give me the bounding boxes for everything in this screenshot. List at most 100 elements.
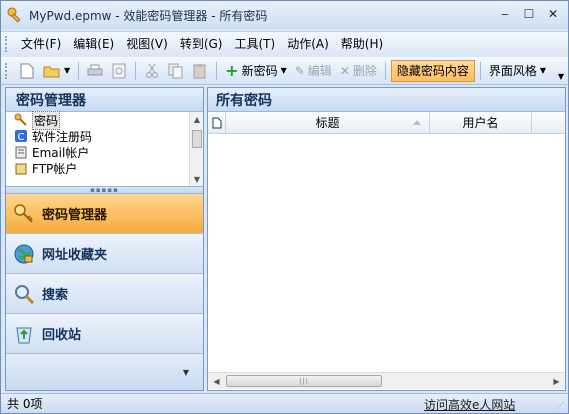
nav-label: 搜索	[42, 288, 69, 303]
menu-tools[interactable]: 工具(T)	[228, 35, 281, 52]
nav-footer: ▼	[6, 354, 203, 390]
document-icon	[212, 117, 221, 128]
scroll-up-icon[interactable]: ▲	[190, 112, 204, 126]
toolbar: ▼ + 新密码 ▼ ✎ 编辑 ✕ 删除 隐藏密码内容 界面风格 ▼ ▼	[1, 57, 568, 85]
toolbar-divider	[216, 61, 218, 80]
scroll-thumb[interactable]	[192, 130, 202, 148]
menu-edit[interactable]: 编辑(E)	[67, 35, 120, 52]
scroll-right-icon[interactable]: ▶	[548, 373, 565, 390]
grid-horizontal-scrollbar[interactable]: ◀ ||| ▶	[208, 372, 565, 389]
menu-help[interactable]: 帮助(H)	[335, 35, 389, 52]
window-controls: ‒ ☐ ✕	[494, 5, 564, 23]
nav-label: 密码管理器	[42, 208, 108, 223]
menu-file[interactable]: 文件(F)	[15, 35, 67, 52]
delete-x-icon: ✕	[339, 63, 350, 78]
ftp-icon	[14, 161, 28, 175]
key-app-icon	[7, 7, 23, 23]
email-icon	[14, 145, 28, 159]
toolbar-divider	[384, 61, 386, 80]
nav-bookmarks[interactable]: 网址收藏夹	[6, 234, 203, 274]
password-grid-header: 标题 用户名	[208, 111, 565, 134]
scroll-thumb[interactable]: |||	[226, 375, 382, 387]
tree-item-email[interactable]: Email帐户	[6, 144, 203, 160]
print-button[interactable]	[84, 60, 106, 82]
sort-ascending-icon	[413, 119, 421, 125]
key-icon	[12, 202, 36, 226]
tree-item-label: 软件注册码	[32, 129, 93, 144]
delete-label: 删除	[352, 64, 377, 78]
skin-style-label: 界面风格	[488, 64, 537, 78]
scroll-down-icon[interactable]: ▼	[190, 172, 204, 186]
recycle-bin-icon	[12, 322, 36, 346]
new-file-button[interactable]	[16, 60, 38, 82]
nav-recycle-bin[interactable]: 回收站	[6, 314, 203, 354]
globe-icon	[12, 242, 36, 266]
hide-password-toggle[interactable]: 隐藏密码内容	[390, 59, 475, 82]
menu-view[interactable]: 视图(V)	[120, 35, 174, 52]
right-panel: 所有密码 标题 用户名 ◀ ||| ▶	[207, 87, 566, 391]
menu-bar: 文件(F) 编辑(E) 视图(V) 转到(G) 工具(T) 动作(A) 帮助(H…	[1, 31, 568, 55]
column-header-title[interactable]: 标题	[226, 111, 430, 134]
nav-password-manager[interactable]: 密码管理器	[6, 194, 203, 234]
skin-style-button[interactable]: 界面风格 ▼	[486, 60, 549, 82]
delete-button[interactable]: ✕ 删除	[337, 60, 380, 82]
tree-item-software-key[interactable]: C 软件注册码	[6, 128, 203, 144]
nav-label: 回收站	[42, 328, 82, 343]
toolbar-grip[interactable]	[5, 62, 9, 79]
maximize-button[interactable]: ☐	[518, 5, 540, 23]
tree-item-password[interactable]: 密码	[6, 110, 203, 130]
software-icon: C	[14, 129, 28, 143]
tree-item-label: Email帐户	[32, 145, 90, 160]
tree-scrollbar[interactable]: ▲ ▼	[189, 112, 203, 186]
item-count: 共 0项	[7, 397, 43, 411]
tree-item-label: FTP帐户	[32, 161, 78, 176]
edit-button[interactable]: ✎ 编辑	[292, 60, 335, 82]
column-header-type[interactable]	[208, 111, 226, 134]
app-window: MyPwd.epmw - 效能密码管理器 - 所有密码 ‒ ☐ ✕ 文件(F) …	[0, 0, 569, 414]
plus-icon: +	[225, 60, 239, 80]
scroll-left-icon[interactable]: ◀	[208, 373, 225, 390]
edit-label: 编辑	[307, 64, 332, 78]
left-panel-title: 密码管理器	[6, 88, 203, 112]
category-tree: 密码 C 软件注册码 Email帐户 FTP帐户	[6, 110, 203, 186]
svg-text:C: C	[18, 132, 25, 143]
content-title: 所有密码	[208, 88, 565, 112]
column-header-username[interactable]: 用户名	[430, 111, 532, 134]
menu-actions[interactable]: 动作(A)	[281, 35, 335, 52]
print-preview-button[interactable]	[108, 60, 130, 82]
minimize-button[interactable]: ‒	[494, 5, 516, 23]
column-header-filler	[532, 112, 565, 134]
chevron-down-icon[interactable]: ▼	[64, 66, 70, 75]
cut-button[interactable]	[141, 60, 163, 82]
column-username-label: 用户名	[462, 116, 499, 130]
copy-button[interactable]	[165, 60, 187, 82]
visit-website-link[interactable]: 访问高效e人网站	[424, 396, 515, 413]
toolbar-divider	[479, 61, 481, 80]
nav-search[interactable]: 搜索	[6, 274, 203, 314]
toolbar-divider	[135, 61, 137, 80]
title-bar[interactable]: MyPwd.epmw - 效能密码管理器 - 所有密码 ‒ ☐ ✕	[1, 1, 568, 29]
toolbar-divider	[78, 61, 80, 80]
toolbar-overflow-icon[interactable]: ▼	[556, 61, 566, 81]
nav-label: 网址收藏夹	[42, 248, 108, 263]
pencil-icon: ✎	[294, 63, 305, 78]
panel-splitter[interactable]: ▪▪▪▪▪	[6, 186, 203, 194]
chevron-down-icon[interactable]: ▼	[281, 66, 287, 75]
open-folder-button[interactable]: ▼	[40, 60, 73, 82]
new-password-label: 新密码	[241, 64, 278, 78]
search-icon	[12, 282, 36, 306]
window-title: MyPwd.epmw - 效能密码管理器 - 所有密码	[29, 8, 268, 23]
key-icon	[14, 113, 28, 127]
menu-goto[interactable]: 转到(G)	[174, 35, 229, 52]
paste-button[interactable]	[189, 60, 211, 82]
menubar-grip[interactable]	[5, 35, 9, 52]
left-panel: 密码管理器 密码 C 软件注册码 Email帐户 FTP帐户 ▲ ▼ ▪▪▪▪▪…	[5, 87, 204, 391]
nav-configure-chevron-icon[interactable]: ▼	[183, 368, 189, 377]
status-bar: 共 0项 访问高效e人网站 ⋰	[1, 393, 568, 413]
close-button[interactable]: ✕	[542, 5, 564, 23]
tree-item-ftp[interactable]: FTP帐户	[6, 160, 203, 176]
column-title-label: 标题	[315, 116, 340, 130]
new-password-button[interactable]: + 新密码 ▼	[222, 60, 290, 82]
resize-grip-icon[interactable]: ⋰	[556, 401, 566, 411]
chevron-down-icon[interactable]: ▼	[540, 66, 546, 75]
